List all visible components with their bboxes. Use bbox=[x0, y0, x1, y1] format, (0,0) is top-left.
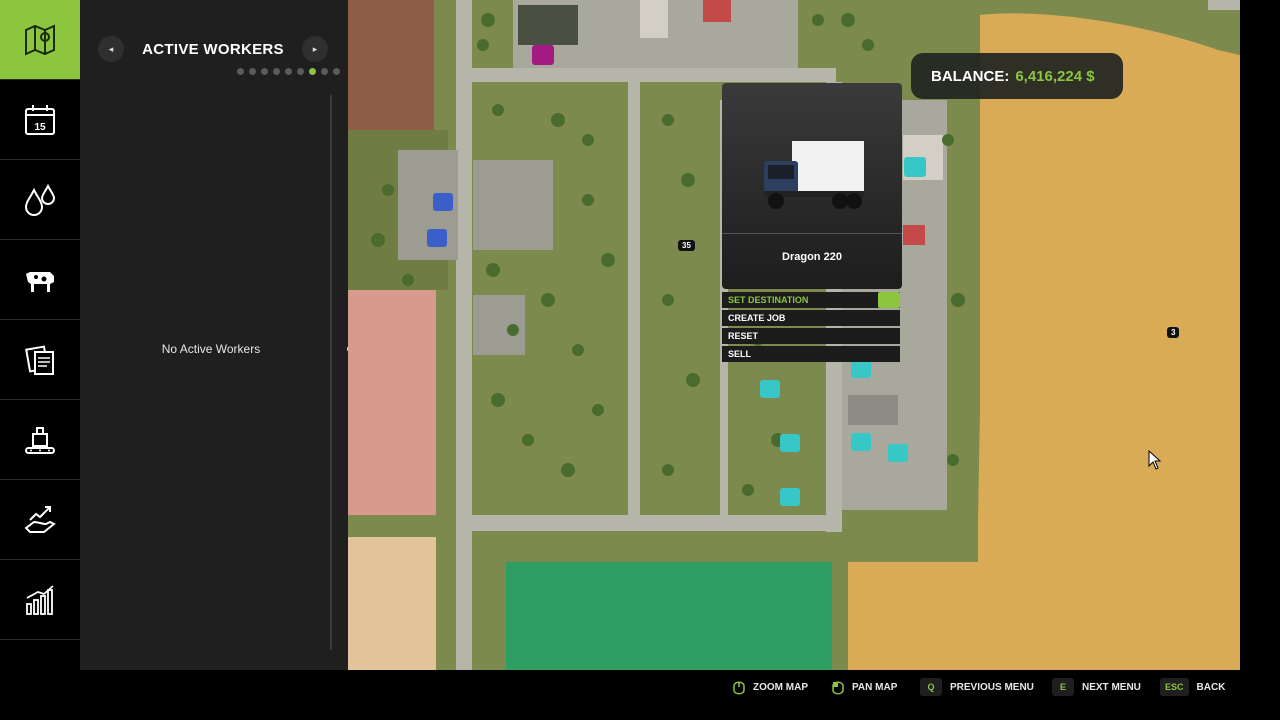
create-job-button[interactable]: CREATE JOB bbox=[722, 310, 900, 326]
hint-pan-map-label: PAN MAP bbox=[852, 681, 898, 693]
page-indicator bbox=[237, 68, 340, 75]
balance-label: BALANCE: bbox=[931, 67, 1010, 85]
page-dot[interactable] bbox=[333, 68, 340, 75]
sell-label: SELL bbox=[728, 349, 752, 359]
rail-item-map[interactable] bbox=[0, 0, 80, 80]
confirm-key-icon bbox=[878, 292, 900, 308]
set-destination-button[interactable]: SET DESTINATION bbox=[722, 292, 900, 308]
hint-next-menu[interactable]: E NEXT MENU bbox=[1052, 678, 1141, 696]
balance-display: BALANCE: 6,416,224 $ bbox=[911, 53, 1123, 99]
map-badge-35: 35 bbox=[678, 240, 695, 251]
page-dot[interactable] bbox=[261, 68, 268, 75]
key-e-icon: E bbox=[1052, 678, 1074, 696]
hint-zoom-map[interactable]: ZOOM MAP bbox=[731, 678, 808, 696]
empty-message: No Active Workers bbox=[161, 342, 261, 356]
cow-icon bbox=[26, 271, 54, 292]
page-dot[interactable] bbox=[249, 68, 256, 75]
statistics-icon bbox=[26, 584, 54, 615]
hint-previous-menu-label: PREVIOUS MENU bbox=[950, 681, 1034, 693]
calendar-day-text: 15 bbox=[34, 122, 46, 133]
key-q-icon: Q bbox=[920, 678, 942, 696]
mouse-wheel-icon bbox=[733, 681, 745, 695]
vehicle-context-menu: SET DESTINATION CREATE JOB RESET SELL bbox=[722, 292, 900, 364]
previous-page-button[interactable]: ◂ bbox=[98, 36, 124, 62]
vehicle-name: Dragon 220 bbox=[782, 251, 842, 263]
page-dot[interactable] bbox=[285, 68, 292, 75]
mouse-drag-icon bbox=[832, 681, 844, 695]
hint-back-label: BACK bbox=[1196, 681, 1226, 693]
rail-item-animals[interactable] bbox=[0, 240, 80, 320]
hint-previous-menu[interactable]: Q PREVIOUS MENU bbox=[920, 678, 1034, 696]
calendar-icon: 15 bbox=[25, 104, 55, 135]
mouse-cursor-icon bbox=[1148, 450, 1162, 470]
map-badge-3: 3 bbox=[1167, 327, 1180, 338]
hint-pan-map[interactable]: PAN MAP bbox=[830, 678, 897, 696]
finance-icon bbox=[24, 505, 56, 533]
reset-button[interactable]: RESET bbox=[722, 328, 900, 344]
active-workers-panel: ◂ ACTIVE WORKERS ▸ No Active Workers bbox=[80, 0, 348, 670]
page-dot[interactable] bbox=[321, 68, 328, 75]
rail-item-finances[interactable] bbox=[0, 480, 80, 560]
next-page-button[interactable]: ▸ bbox=[302, 36, 328, 62]
panel-header: ◂ ACTIVE WORKERS ▸ bbox=[98, 34, 328, 64]
truck-image bbox=[764, 141, 864, 209]
key-esc-icon: ESC bbox=[1160, 678, 1189, 696]
page-dot[interactable] bbox=[297, 68, 304, 75]
menu-rail: 15 bbox=[0, 0, 80, 670]
scrollbar[interactable] bbox=[330, 95, 332, 650]
rail-item-calendar[interactable]: 15 bbox=[0, 80, 80, 160]
hint-zoom-map-label: ZOOM MAP bbox=[753, 681, 808, 693]
rail-item-weather[interactable] bbox=[0, 160, 80, 240]
card-divider bbox=[722, 233, 902, 234]
rail-item-production[interactable] bbox=[0, 400, 80, 480]
page-dot[interactable] bbox=[309, 68, 316, 75]
hint-back[interactable]: ESC BACK bbox=[1160, 678, 1225, 696]
rail-item-contracts[interactable] bbox=[0, 320, 80, 400]
water-drops-icon bbox=[24, 183, 56, 216]
sell-button[interactable]: SELL bbox=[722, 346, 900, 362]
control-hints-bar: ZOOM MAP PAN MAP Q PREVIOUS MENU E NEXT … bbox=[0, 670, 1280, 720]
hint-next-menu-label: NEXT MENU bbox=[1082, 681, 1141, 693]
reset-label: RESET bbox=[728, 331, 759, 341]
balance-value: 6,416,224 $ bbox=[1015, 67, 1095, 85]
page-dot[interactable] bbox=[237, 68, 244, 75]
map-icon bbox=[25, 23, 55, 56]
contracts-icon bbox=[25, 344, 54, 375]
panel-title: ACTIVE WORKERS bbox=[142, 40, 284, 58]
production-icon bbox=[25, 426, 55, 454]
rail-item-misc[interactable] bbox=[0, 640, 80, 670]
create-job-label: CREATE JOB bbox=[728, 313, 786, 323]
rail-item-statistics[interactable] bbox=[0, 560, 80, 640]
page-dot[interactable] bbox=[273, 68, 280, 75]
vehicle-card: Dragon 220 bbox=[722, 83, 902, 289]
set-destination-label: SET DESTINATION bbox=[728, 295, 809, 305]
misc-icon bbox=[20, 660, 60, 671]
